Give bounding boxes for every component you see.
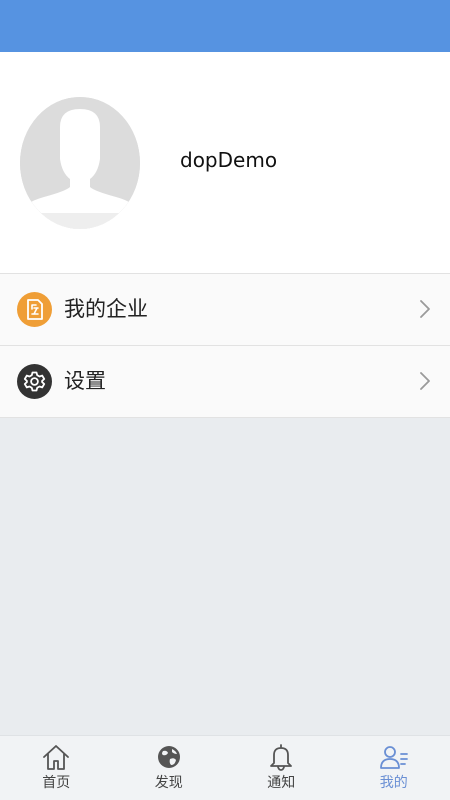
menu-item-settings[interactable]: 设置	[0, 346, 450, 418]
profile-icon	[379, 742, 409, 772]
menu-item-label: 我的企业	[64, 297, 148, 321]
menu-item-my-company[interactable]: 我的企业	[0, 274, 450, 346]
menu-item-label: 设置	[64, 369, 106, 393]
tab-discover[interactable]: 发现	[113, 736, 226, 800]
tab-notifications[interactable]: 通知	[225, 736, 338, 800]
chevron-right-icon	[418, 370, 432, 392]
tab-label: 通知	[267, 775, 296, 791]
tab-label: 首页	[42, 775, 71, 791]
home-icon	[41, 742, 71, 772]
company-doc-icon	[17, 292, 52, 327]
tab-mine[interactable]: 我的	[338, 736, 450, 800]
profile-card: dopDemo	[0, 52, 450, 273]
avatar[interactable]	[20, 97, 140, 229]
globe-icon	[154, 742, 184, 772]
menu-list: 我的企业 设置	[0, 273, 450, 418]
default-avatar-icon	[20, 97, 140, 229]
gear-icon	[17, 364, 52, 399]
bell-icon	[266, 742, 296, 772]
status-bar	[0, 0, 450, 52]
tab-home[interactable]: 首页	[0, 736, 113, 800]
bottom-tab-bar: 首页 发现 通知 我的	[0, 735, 450, 800]
username: dopDemo	[180, 148, 278, 172]
chevron-right-icon	[418, 298, 432, 320]
tab-label: 发现	[154, 775, 183, 791]
tab-label: 我的	[379, 775, 408, 791]
